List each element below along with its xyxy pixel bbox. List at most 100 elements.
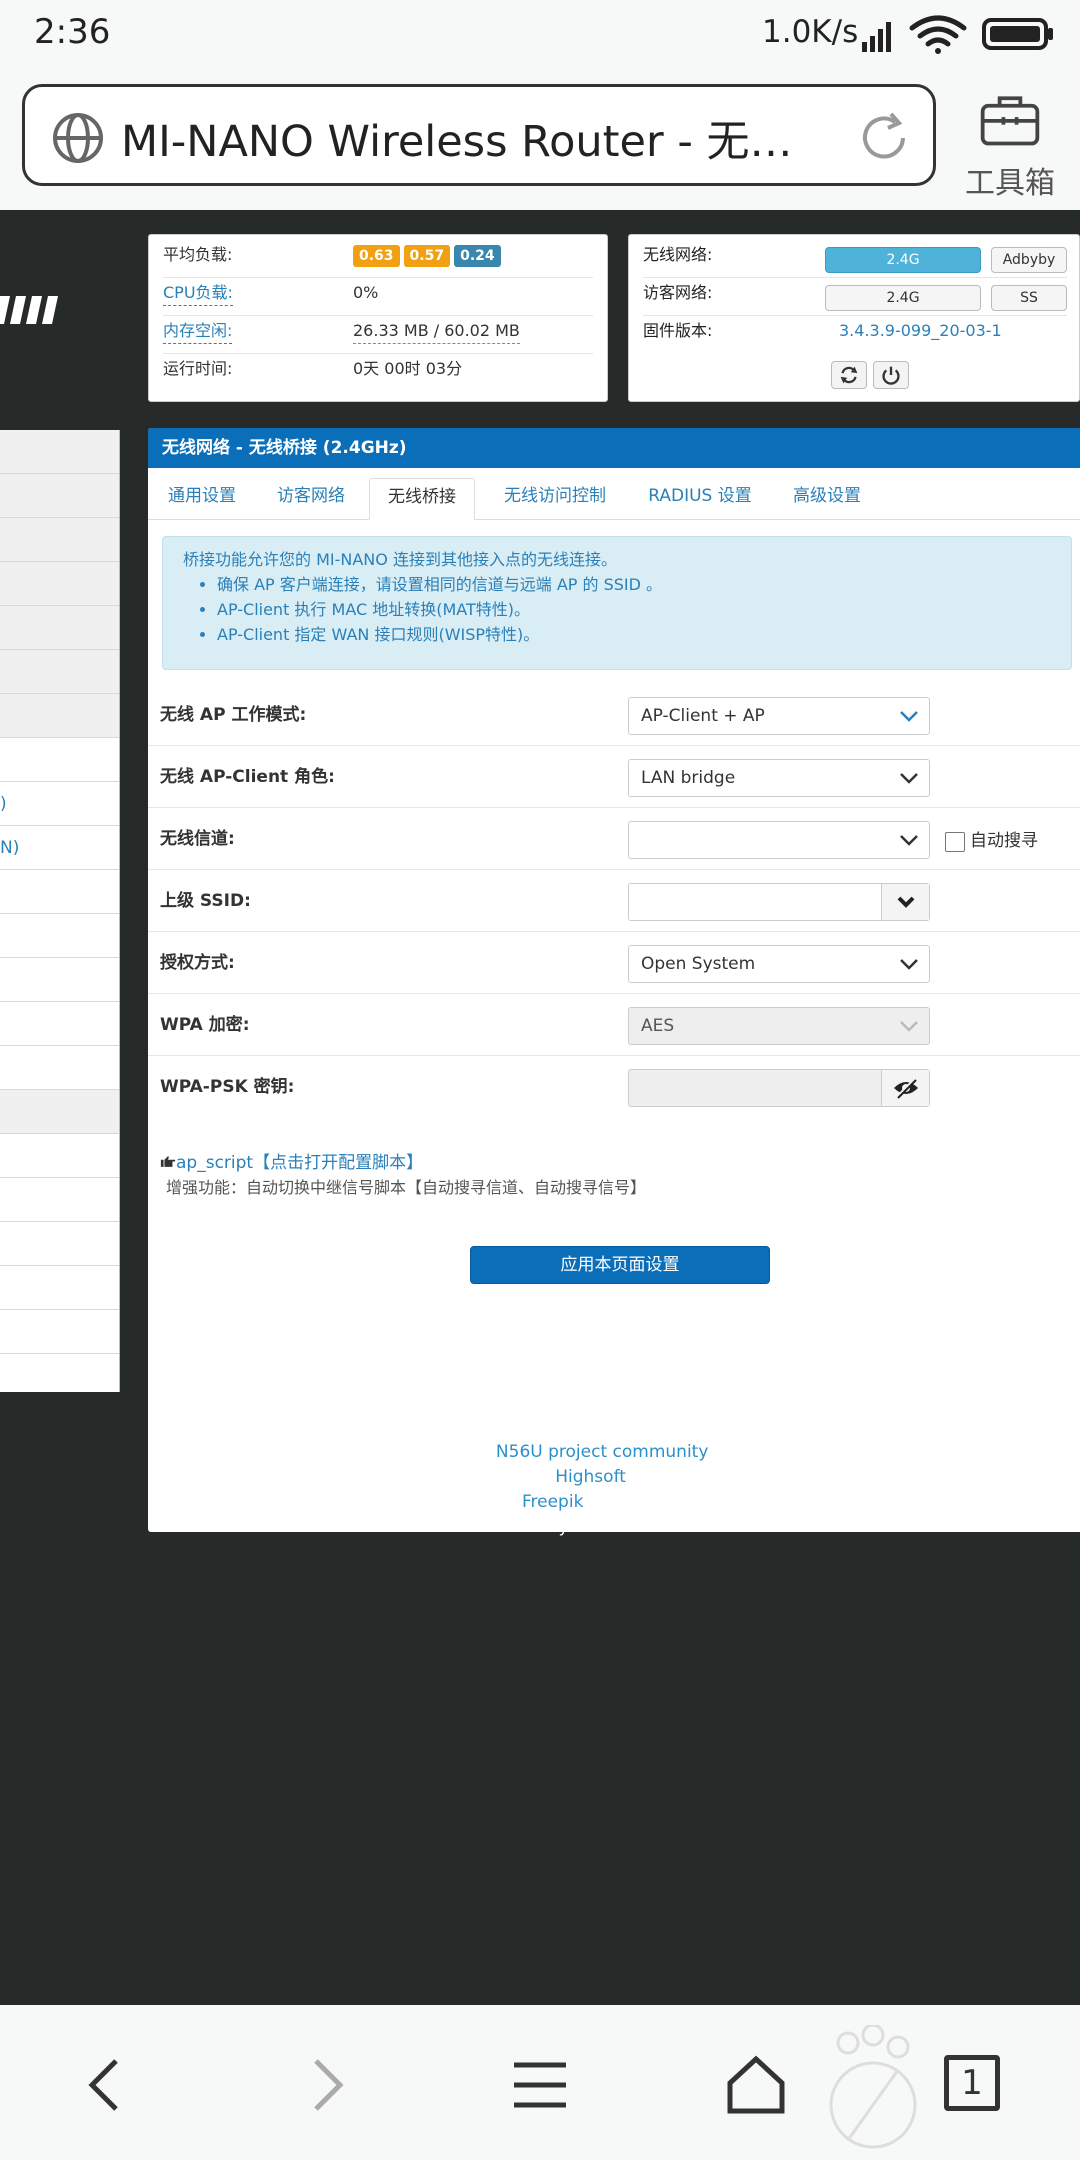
- sidebar-item[interactable]: ): [0, 782, 119, 826]
- psk-row: WPA-PSK 密钥:: [148, 1056, 1080, 1118]
- sidebar-item[interactable]: [0, 1002, 119, 1046]
- sidebar-item[interactable]: [0, 738, 119, 782]
- refresh-button[interactable]: [831, 361, 867, 389]
- toolbox-icon: [980, 96, 1040, 146]
- ssid-input[interactable]: [628, 883, 930, 921]
- uptime-value: 0天 00时 03分: [353, 359, 463, 378]
- alert-item: 确保 AP 客户端连接，请设置相同的信道与远端 AP 的 SSID 。: [217, 572, 1071, 597]
- tab-guest-network[interactable]: 访客网络: [258, 478, 364, 520]
- tab-access-control[interactable]: 无线访问控制: [484, 478, 626, 520]
- sidebar-item[interactable]: [0, 914, 119, 958]
- sidebar-item[interactable]: [0, 870, 119, 914]
- channel-row: 无线信道: 自动搜寻: [148, 808, 1080, 870]
- sidebar-item[interactable]: [0, 1046, 119, 1090]
- url-box[interactable]: MI-NANO Wireless Router - 无…: [22, 84, 936, 186]
- autosearch-label: 自动搜寻: [970, 831, 1038, 851]
- settings-tabs: 通用设置 访客网络 无线桥接 无线访问控制 RADIUS 设置 高级设置: [148, 468, 1080, 520]
- cpu-load-link[interactable]: CPU负载:: [163, 281, 233, 306]
- browser-bottom-nav: 1: [0, 2005, 1080, 2160]
- ssid-row: 上级 SSID:: [148, 870, 1080, 932]
- ap-script-link[interactable]: ap_script【点击打开配置脚本】: [160, 1148, 423, 1173]
- psk-input[interactable]: [628, 1069, 930, 1107]
- firmware-version-link[interactable]: 3.4.3.9-099_20-03-1: [839, 313, 1002, 349]
- home-icon[interactable]: [726, 2055, 786, 2115]
- globe-icon: [53, 113, 103, 163]
- forward-icon[interactable]: [296, 2055, 356, 2115]
- menu-icon[interactable]: [510, 2055, 570, 2115]
- mode-label: 无线 AP 工作模式:: [160, 705, 307, 725]
- chevron-down-icon: [900, 711, 918, 722]
- footer-icons: Big icons designed by: [330, 1492, 522, 1512]
- footer-n56u-link[interactable]: N56U project community: [496, 1442, 708, 1462]
- footer-highsoft-link[interactable]: Highsoft: [555, 1467, 626, 1487]
- reload-icon[interactable]: [855, 109, 913, 167]
- bridge-settings-panel: 无线网络 - 无线桥接 (2.4GHz) 通用设置 访客网络 无线桥接 无线访问…: [148, 428, 1080, 1532]
- sidebar-item[interactable]: [0, 430, 119, 474]
- sidebar-item[interactable]: [0, 694, 119, 738]
- sidebar-item[interactable]: [0, 606, 119, 650]
- power-button[interactable]: [873, 361, 909, 389]
- back-icon[interactable]: [76, 2055, 136, 2115]
- footer-license: Non-Commercial Use Only: [345, 1517, 569, 1537]
- paw-watermark-icon: [829, 2025, 917, 2149]
- status-bar: 2:36 1.0K/s: [0, 0, 1080, 70]
- tab-wireless-bridge[interactable]: 无线桥接: [369, 478, 475, 520]
- alert-item: AP-Client 执行 MAC 地址转换(MAT特性)。: [217, 597, 1071, 622]
- battery-icon: [982, 18, 1053, 50]
- role-row: 无线 AP-Client 角色: LAN bridge: [148, 746, 1080, 808]
- footer-freepik-link[interactable]: Freepik: [522, 1492, 583, 1512]
- sidebar-item[interactable]: [0, 1090, 119, 1134]
- tab-advanced[interactable]: 高级设置: [774, 478, 880, 520]
- sidebar-item[interactable]: [0, 650, 119, 694]
- sidebar-item[interactable]: N): [0, 826, 119, 870]
- section-title: 无线网络 - 无线桥接 (2.4GHz): [148, 428, 1080, 468]
- autosearch-checkbox[interactable]: [945, 832, 965, 852]
- ss-button[interactable]: SS: [991, 285, 1067, 311]
- brand-logo-fragment: [0, 296, 58, 324]
- wpa-row: WPA 加密: AES: [148, 994, 1080, 1056]
- sidebar-item[interactable]: [0, 1310, 119, 1354]
- channel-select[interactable]: [628, 821, 930, 859]
- uptime-row: 运行时间: 0天 00时 03分: [163, 351, 593, 387]
- sidebar-item[interactable]: [0, 1134, 119, 1178]
- tab-radius[interactable]: RADIUS 设置: [632, 478, 768, 520]
- mode-row: 无线 AP 工作模式: AP-Client + AP: [148, 684, 1080, 746]
- memory-free-value: 26.33 MB / 60.02 MB: [353, 319, 520, 344]
- alert-intro: 桥接功能允许您的 MI-NANO 连接到其他接入点的无线连接。: [183, 550, 617, 569]
- apply-settings-button[interactable]: 应用本页面设置: [470, 1246, 770, 1284]
- footer-highcharts: Highcharts by Torstein Hønsi &: [288, 1467, 556, 1487]
- memory-row: 内存空闲: 26.33 MB / 60.02 MB: [163, 313, 593, 349]
- auth-select[interactable]: Open System: [628, 945, 930, 983]
- toolbox-button[interactable]: 工具箱: [950, 86, 1070, 201]
- wifi-2g-button[interactable]: 2.4G: [825, 247, 981, 273]
- tab-general[interactable]: 通用设置: [148, 478, 256, 520]
- alert-item: AP-Client 指定 WAN 接口规则(WISP特性)。: [217, 622, 1071, 647]
- role-select[interactable]: LAN bridge: [628, 759, 930, 797]
- toggle-password-button[interactable]: [881, 1070, 929, 1106]
- wpa-value: AES: [641, 1016, 675, 1036]
- adbyby-button[interactable]: Adbyby: [991, 247, 1067, 273]
- page-title: MI-NANO Wireless Router - 无…: [121, 117, 793, 167]
- sidebar-item[interactable]: [0, 518, 119, 562]
- router-page: ) N) 平均负载: 0.63 0.57 0.24 CPU负载: 0% 内存空闲: …: [0, 210, 1080, 2005]
- load-values: 0.63 0.57 0.24: [353, 237, 505, 273]
- mode-select[interactable]: AP-Client + AP: [628, 697, 930, 735]
- sidebar-item[interactable]: [0, 1178, 119, 1222]
- ssid-label: 上级 SSID:: [160, 891, 251, 911]
- guest-2g-button[interactable]: 2.4G: [825, 285, 981, 311]
- wpa-label: WPA 加密:: [160, 1015, 250, 1035]
- sidebar-item[interactable]: [0, 1222, 119, 1266]
- wpa-select[interactable]: AES: [628, 1007, 930, 1045]
- channel-label: 无线信道:: [160, 829, 235, 849]
- mode-value: AP-Client + AP: [641, 706, 765, 726]
- power-icon: [882, 366, 900, 385]
- ap-script-note: 增强功能：自动切换中继信号脚本【自动搜寻信道、自动搜寻信号】: [166, 1178, 647, 1197]
- sidebar-item[interactable]: [0, 474, 119, 518]
- sidebar-item[interactable]: [0, 562, 119, 606]
- ssid-dropdown-button[interactable]: [881, 884, 929, 920]
- sidebar-item[interactable]: [0, 958, 119, 1002]
- memory-free-link[interactable]: 内存空闲:: [163, 319, 233, 344]
- sidebar-item[interactable]: [0, 1266, 119, 1310]
- chevron-down-icon: [900, 959, 918, 970]
- tabs-count-button[interactable]: 1: [944, 2055, 1000, 2111]
